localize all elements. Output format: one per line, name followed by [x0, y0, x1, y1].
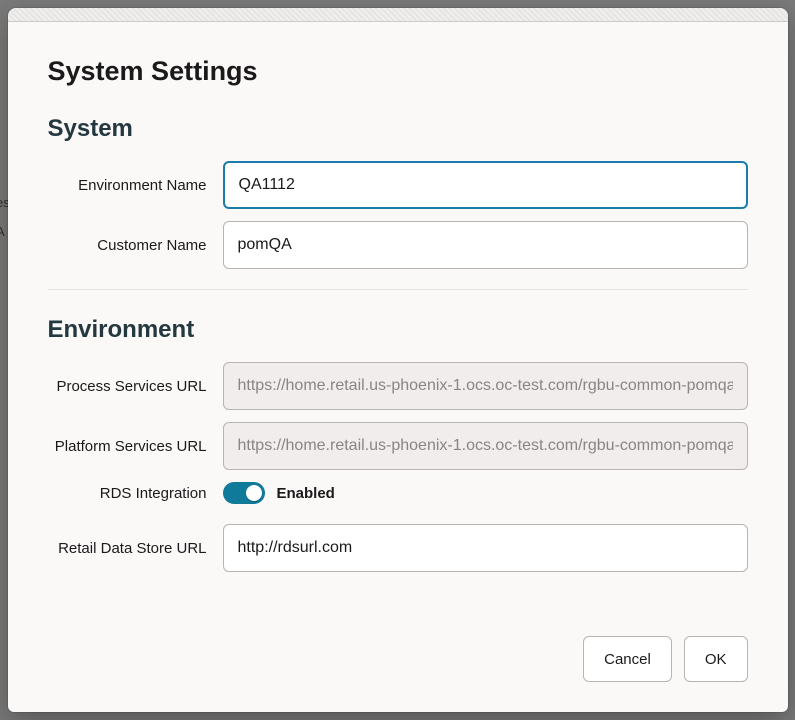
ctrl-process-services-url [223, 362, 748, 410]
dialog-titlebar-strip [8, 8, 788, 22]
platform-services-url-field [223, 422, 748, 470]
row-process-services-url: Process Services URL [48, 362, 748, 410]
ctrl-platform-services-url [223, 422, 748, 470]
ctrl-customer-name [223, 221, 748, 269]
ok-button[interactable]: OK [684, 636, 748, 682]
cancel-button[interactable]: Cancel [583, 636, 672, 682]
label-rds-integration: RDS Integration [48, 485, 223, 502]
label-process-services-url: Process Services URL [48, 378, 223, 395]
label-customer-name: Customer Name [48, 237, 223, 254]
section-divider [48, 289, 748, 290]
process-services-url-field [223, 362, 748, 410]
label-platform-services-url: Platform Services URL [48, 438, 223, 455]
environment-name-field[interactable] [223, 161, 748, 209]
system-settings-dialog: System Settings System Environment Name … [8, 8, 788, 712]
section-heading-system: System [48, 115, 748, 143]
dialog-title: System Settings [48, 56, 748, 87]
retail-data-store-url-field[interactable] [223, 524, 748, 572]
dialog-footer: Cancel OK [8, 636, 788, 712]
row-rds-integration: RDS Integration Enabled [48, 482, 748, 504]
label-retail-data-store-url: Retail Data Store URL [48, 540, 223, 557]
row-retail-data-store-url: Retail Data Store URL [48, 524, 748, 572]
row-customer-name: Customer Name [48, 221, 748, 269]
ctrl-rds-integration: Enabled [223, 482, 748, 504]
rds-integration-toggle[interactable] [223, 482, 265, 504]
toggle-knob [246, 485, 262, 501]
label-environment-name: Environment Name [48, 177, 223, 194]
modal-backdrop: es A System Settings System Environment … [0, 0, 795, 720]
rds-integration-state-label: Enabled [277, 485, 335, 502]
ctrl-environment-name [223, 161, 748, 209]
customer-name-field[interactable] [223, 221, 748, 269]
dialog-body: System Settings System Environment Name … [8, 22, 788, 636]
row-environment-name: Environment Name [48, 161, 748, 209]
section-heading-environment: Environment [48, 316, 748, 344]
row-platform-services-url: Platform Services URL [48, 422, 748, 470]
ctrl-retail-data-store-url [223, 524, 748, 572]
